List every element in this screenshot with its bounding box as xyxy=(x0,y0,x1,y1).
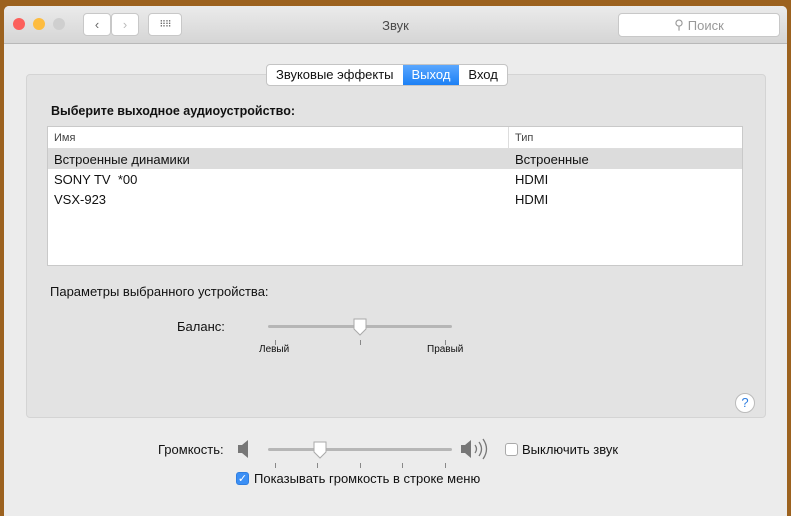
volume-slider-thumb[interactable] xyxy=(312,441,328,459)
speaker-high-icon xyxy=(461,438,488,460)
help-button[interactable]: ? xyxy=(735,393,755,413)
tick xyxy=(402,463,403,468)
tab-bar: Звуковые эффекты Выход Вход xyxy=(266,64,508,86)
tab-input[interactable]: Вход xyxy=(459,65,506,85)
tick xyxy=(317,463,318,468)
mute-label[interactable]: Выключить звук xyxy=(522,442,618,457)
balance-label: Баланс: xyxy=(177,319,225,334)
search-placeholder: Поиск xyxy=(687,17,724,33)
device-type: Встроенные xyxy=(515,151,589,167)
mute-checkbox[interactable] xyxy=(505,443,518,456)
search-field[interactable]: ⚲ Поиск xyxy=(618,13,780,37)
tick xyxy=(445,463,446,468)
tick xyxy=(360,463,361,468)
show-volume-in-menu-label[interactable]: Показывать громкость в строке меню xyxy=(254,471,480,486)
tab-output[interactable]: Выход xyxy=(402,65,460,85)
table-row[interactable]: Встроенные динамики Встроенные xyxy=(48,149,742,169)
device-type: HDMI xyxy=(515,191,549,207)
table-row[interactable]: SONY TV *00 HDMI xyxy=(48,169,742,189)
title-bar: ‹ › ⠿⠿ Звук ⚲ Поиск xyxy=(4,6,787,44)
table-row[interactable]: VSX-923 HDMI xyxy=(48,189,742,209)
tab-sound-effects[interactable]: Звуковые эффекты xyxy=(267,65,403,85)
show-volume-in-menu-checkbox[interactable]: ✓ xyxy=(236,472,249,485)
output-device-table[interactable]: Имя Тип Встроенные динамики Встроенные SO… xyxy=(47,126,743,266)
device-name: VSX-923 xyxy=(54,191,107,207)
device-name: Встроенные динамики xyxy=(54,151,190,167)
balance-left-label: Левый xyxy=(259,344,290,355)
device-type: HDMI xyxy=(515,171,549,187)
volume-slider[interactable] xyxy=(268,448,452,451)
tick xyxy=(275,463,276,468)
column-name[interactable]: Имя xyxy=(48,132,508,144)
table-header: Имя Тип xyxy=(48,127,742,149)
column-type[interactable]: Тип xyxy=(508,127,533,148)
sound-preferences-window: ‹ › ⠿⠿ Звук ⚲ Поиск Звуковые эффекты Выхо… xyxy=(4,6,787,516)
volume-label: Громкость: xyxy=(158,442,224,457)
speaker-low-icon xyxy=(238,440,248,458)
search-icon: ⚲ xyxy=(674,17,684,32)
balance-slider-thumb[interactable] xyxy=(352,318,368,336)
tick xyxy=(360,340,361,345)
device-name: SONY TV *00 xyxy=(54,171,138,187)
output-heading: Выберите выходное аудиоустройство: xyxy=(51,104,296,118)
device-settings-heading: Параметры выбранного устройства: xyxy=(50,284,269,299)
balance-right-label: Правый xyxy=(427,344,464,355)
